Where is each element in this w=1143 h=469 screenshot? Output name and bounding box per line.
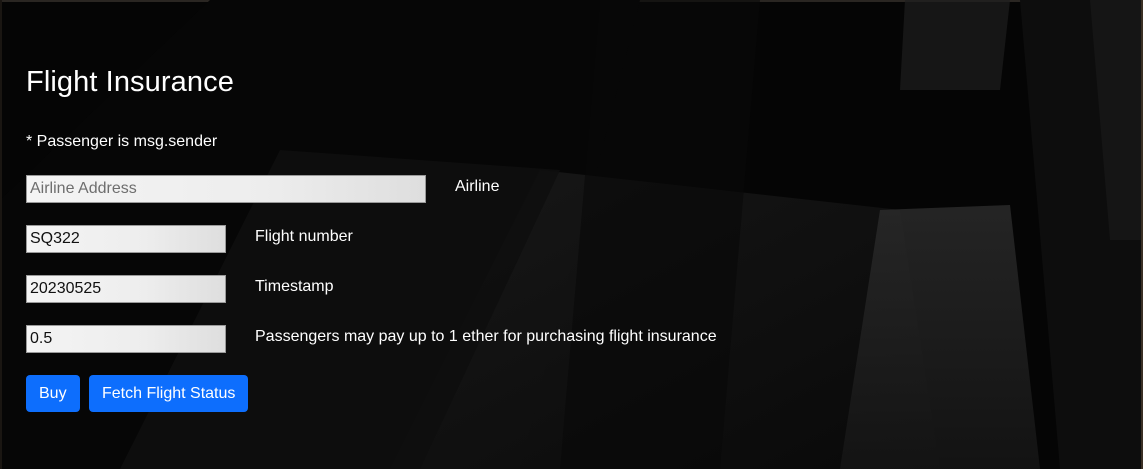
fetch-flight-status-button[interactable]: Fetch Flight Status xyxy=(89,375,249,412)
buy-button[interactable]: Buy xyxy=(26,375,80,412)
frame-left-edge xyxy=(0,0,2,469)
insurance-amount-input[interactable] xyxy=(26,325,226,353)
insurance-amount-label: Passengers may pay up to 1 ether for pur… xyxy=(255,328,717,345)
page-title: Flight Insurance xyxy=(26,66,234,98)
timestamp-label: Timestamp xyxy=(255,278,334,295)
timestamp-input[interactable] xyxy=(26,275,226,303)
airline-address-input[interactable] xyxy=(26,175,426,203)
flight-number-label: Flight number xyxy=(255,228,353,245)
airline-label: Airline xyxy=(455,178,500,195)
flight-number-input[interactable] xyxy=(26,225,226,253)
passenger-note: * Passenger is msg.sender xyxy=(26,133,218,150)
